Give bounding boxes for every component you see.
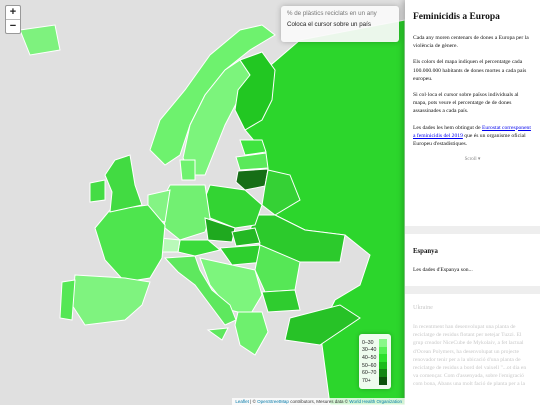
map-view[interactable]: + − % de plàstics reciclats en un any Co…	[0, 0, 405, 405]
legend-label: 60–70	[362, 370, 377, 377]
region-ireland[interactable]	[89, 179, 106, 203]
intro-paragraph-3: Si col·loca el cursor sobre països indiv…	[413, 92, 519, 115]
info-hint: Coloca el cursor sobre un país	[287, 21, 371, 28]
intro-paragraph-2: Els colors del mapa indiquen el percenta…	[413, 59, 527, 82]
region-portugal[interactable]	[59, 279, 76, 321]
section-divider	[405, 226, 540, 234]
legend-label: 50–60	[362, 362, 377, 369]
info-box: % de plàstics reciclats en un any Coloca…	[281, 6, 399, 42]
intro-paragraph-1: Cada any moren centenars de dones a Euro…	[413, 35, 529, 50]
legend-swatch	[379, 354, 387, 362]
legend-row: 0–30	[362, 339, 388, 347]
legend-row: 70+	[362, 376, 388, 385]
attribution-sep: | ©	[248, 399, 258, 404]
osm-link[interactable]: OpenStreetMap	[257, 399, 289, 404]
legend-row: 50–60	[362, 361, 388, 370]
region-greece[interactable]	[234, 311, 269, 356]
region-spain[interactable]	[71, 274, 151, 326]
section-divider	[405, 286, 540, 294]
source-pre: Les dades les hem obtingut de	[413, 124, 482, 131]
region-bulgaria[interactable]	[261, 289, 301, 313]
zoom-in-button[interactable]: +	[6, 6, 20, 19]
region-denmark[interactable]	[179, 159, 196, 181]
who-link[interactable]: World Health Organization	[349, 399, 402, 404]
scroll-hint: Scroll ▾	[464, 157, 481, 163]
attribution-mid: contributors, Mesures data ©	[288, 399, 350, 404]
region-uk[interactable]	[104, 154, 143, 213]
intro-section: Feminicidis a Europa Cada any moren cent…	[405, 0, 540, 226]
ukraine-title: Ukraine	[413, 304, 433, 311]
region-austria[interactable]	[177, 239, 222, 257]
legend-row: 60–70	[362, 369, 388, 377]
legend-row: 30–40	[362, 346, 388, 355]
map-attribution: Leaflet | © OpenStreetMap contributors, …	[232, 398, 405, 405]
info-title: % de plàstics reciclats en un any	[287, 10, 377, 17]
legend-label: 40–50	[362, 354, 377, 361]
legend-label: 30–40	[362, 347, 377, 354]
spain-section: Espanya Les dades d'Espanya son...	[405, 234, 540, 286]
region-lithuania[interactable]	[235, 168, 269, 191]
legend-swatch	[379, 346, 387, 355]
region-latvia[interactable]	[235, 152, 269, 171]
ukraine-section: Ukraine In recentment han desenvolupat u…	[405, 294, 540, 393]
region-estonia[interactable]	[239, 139, 267, 156]
story-panel[interactable]: Feminicidis a Europa Cada any moren cent…	[405, 0, 540, 405]
panel-title: Feminicidis a Europa	[413, 12, 500, 22]
zoom-out-button[interactable]: −	[6, 19, 20, 33]
region-sicily[interactable]	[206, 327, 229, 341]
legend-label: 70+	[362, 377, 371, 384]
leaflet-link[interactable]: Leaflet	[235, 399, 249, 404]
ukraine-text: In recentment han desenvolupat una plant…	[413, 324, 527, 388]
legend-swatch	[379, 361, 387, 370]
legend-label: 0–30	[362, 339, 374, 346]
legend-swatch	[379, 376, 387, 385]
legend-swatch	[379, 339, 387, 347]
region-iceland[interactable]	[19, 24, 61, 56]
intro-paragraph-4: Les dades les hem obtingut de Eurostat c…	[413, 124, 532, 149]
spain-title: Espanya	[413, 248, 438, 255]
legend-row: 40–50	[362, 354, 388, 362]
zoom-control: + −	[5, 5, 21, 34]
legend-swatch	[379, 369, 387, 377]
spain-text: Les dades d'Espanya son...	[413, 267, 473, 273]
region-france[interactable]	[94, 204, 166, 283]
map-canvas[interactable]	[0, 0, 405, 405]
region-slovakia[interactable]	[231, 227, 261, 247]
map-legend: 0–30 30–40 40–50 50–60 60–70 70+	[359, 334, 391, 389]
